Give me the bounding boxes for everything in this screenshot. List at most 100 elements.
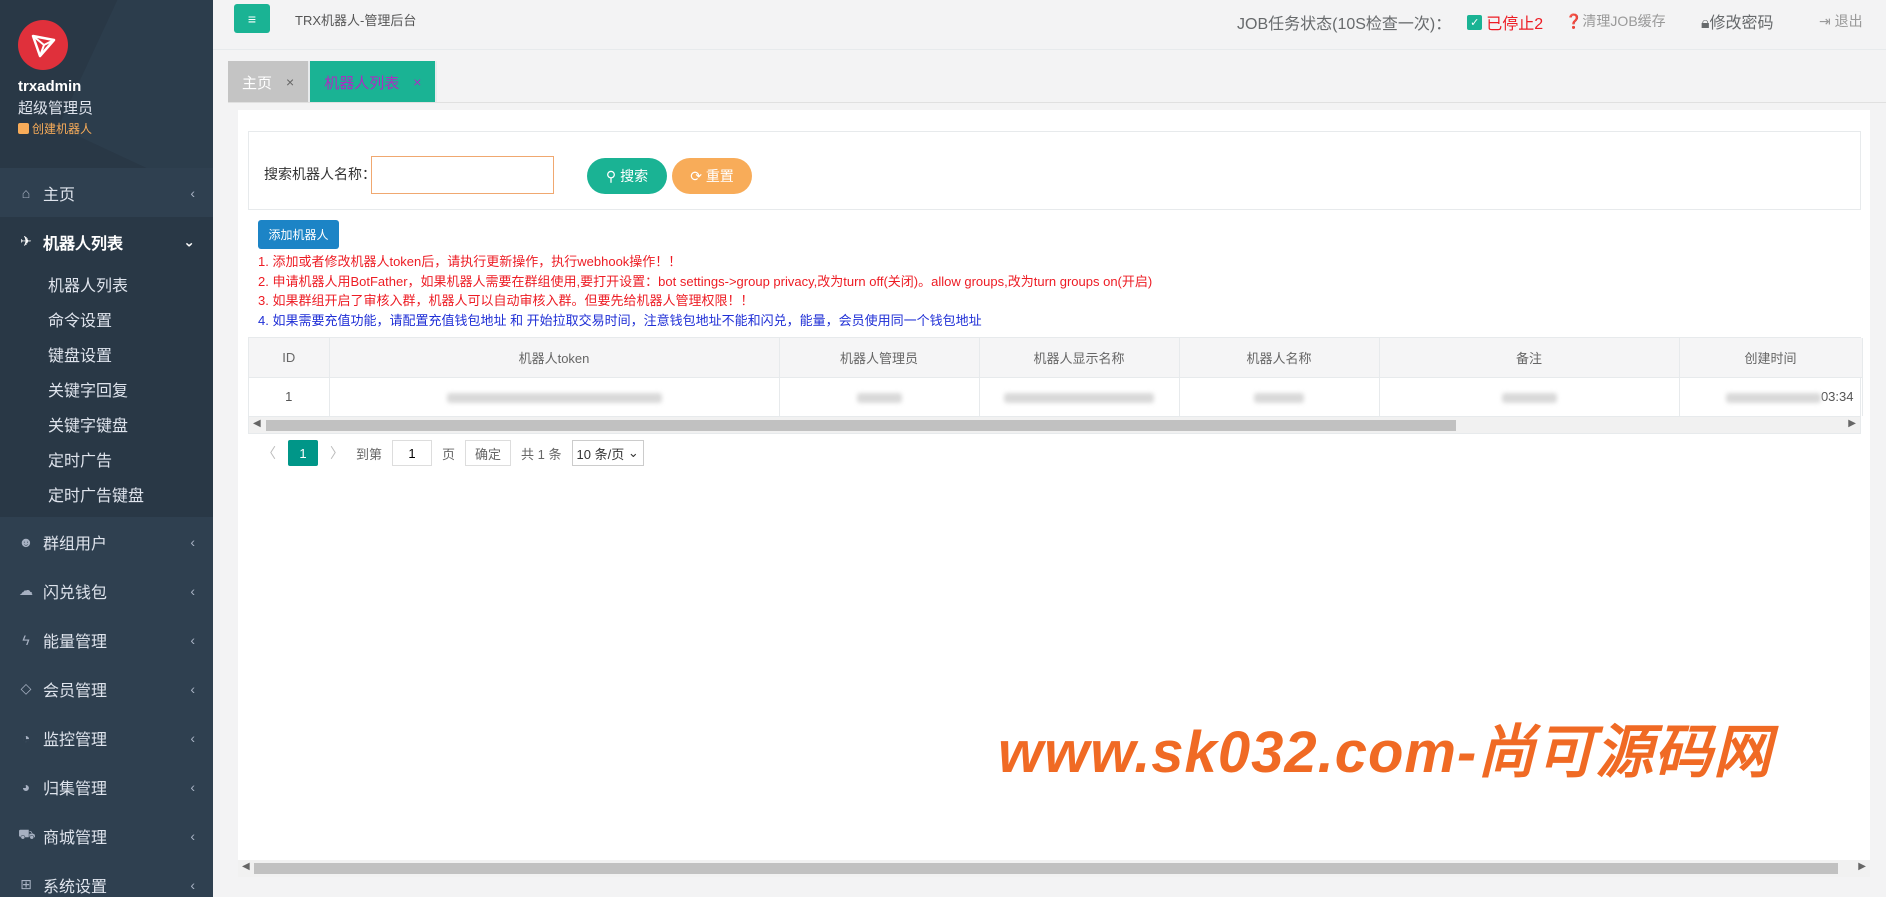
chevron-down-icon: ⌄	[183, 233, 195, 249]
goto-label: 到第	[356, 446, 383, 462]
page-tabs: 主页 × 机器人列表 ×	[228, 61, 438, 103]
cart-icon: ⛟	[18, 826, 36, 842]
user-name[interactable]: trxadmin	[18, 78, 213, 95]
search-form: 搜索机器人名称： ⚲ 搜索 ⟳ 重置	[248, 131, 1861, 210]
change-password-link[interactable]: 🔒︎修改密码	[1701, 9, 1774, 33]
submenu-item[interactable]: 键盘设置	[0, 336, 213, 371]
page-size-value: 10 条/页	[576, 446, 625, 462]
scroll-left-icon[interactable]: ◀	[242, 861, 250, 872]
robot-submenu: 机器人列表 命令设置 键盘设置 关键字回复 关键字键盘 定时广告 定时广告键盘	[0, 266, 213, 517]
note-line: 2. 申请机器人用BotFather，如果机器人需要在群组使用,要打开设置：bo…	[258, 273, 1153, 289]
close-icon[interactable]: ×	[286, 74, 294, 90]
page-size-select[interactable]: 10 条/页 ⌄	[571, 440, 644, 466]
bolt-icon: ϟ	[22, 631, 30, 648]
column-header-robot-name[interactable]: 机器人名称	[1179, 338, 1380, 378]
sidebar-item-diamond[interactable]: ◇ 会员管理 ‹	[0, 664, 213, 713]
column-header-id[interactable]: ID	[249, 338, 330, 378]
submenu-item[interactable]: 定时广告键盘	[0, 476, 213, 511]
dashboard-icon: ◕	[21, 778, 31, 795]
tabs-divider	[228, 102, 1886, 103]
sidebar-item-robot-list[interactable]: ✈ 机器人列表 ⌄	[0, 217, 213, 266]
note-line: 1. 添加或者修改机器人token后，请执行更新操作，执行webhook操作！！	[258, 254, 682, 269]
submenu-item[interactable]: 关键字键盘	[0, 406, 213, 441]
chevron-left-icon: ‹	[190, 680, 195, 697]
windows-icon: ⊞	[20, 876, 32, 892]
prev-page-icon[interactable]: 〈	[262, 443, 276, 463]
robot-name-search-input[interactable]	[371, 156, 554, 194]
search-button[interactable]: ⚲ 搜索	[587, 158, 667, 194]
created-at-suffix: 03:34	[1820, 389, 1854, 405]
sidebar-item-label: 归集管理	[43, 780, 108, 798]
sidebar-item-label: 闪兑钱包	[43, 584, 108, 602]
chevron-left-icon: ‹	[190, 729, 195, 746]
column-header-remark[interactable]: 备注	[1379, 338, 1680, 378]
scroll-right-icon[interactable]: ▶	[1858, 861, 1866, 872]
scroll-left-icon[interactable]: ◀	[253, 418, 261, 429]
chevron-down-icon: ⌄	[624, 445, 639, 460]
chevron-left-icon: ‹	[190, 582, 195, 599]
submenu-item[interactable]: 机器人列表	[0, 266, 213, 301]
close-icon[interactable]: ×	[413, 74, 421, 90]
table-header-row: ID 机器人token 机器人管理员 机器人显示名称 机器人名称 备注 创建时间	[249, 338, 1863, 378]
column-header-token[interactable]: 机器人token	[329, 338, 780, 378]
sidebar-item-bolt[interactable]: ϟ 能量管理 ‹	[0, 615, 213, 664]
table-row[interactable]: 1 03:34	[249, 377, 1863, 416]
table-horizontal-scrollbar[interactable]: ◀ ▶	[249, 416, 1860, 433]
scroll-right-icon[interactable]: ▶	[1848, 418, 1856, 429]
sidebar-item-label: 商城管理	[43, 829, 108, 847]
tron-logo	[18, 20, 68, 70]
submenu-item[interactable]: 命令设置	[0, 301, 213, 336]
scrollbar-thumb[interactable]	[254, 863, 1838, 874]
job-status-value: 已停止2	[1486, 16, 1544, 33]
sidebar-item-label: 监控管理	[43, 731, 108, 749]
lock-icon: 🔒︎	[1701, 15, 1710, 32]
sidebar-item-pie-chart[interactable]: ◔ 监控管理 ‹	[0, 713, 213, 762]
page-horizontal-scrollbar[interactable]: ◀ ▶	[238, 860, 1870, 877]
sidebar-item-label: 主页	[43, 186, 76, 204]
goto-confirm-button[interactable]: 确定	[465, 440, 512, 466]
reset-button[interactable]: ⟳ 重置	[672, 158, 752, 194]
diamond-icon: ◇	[20, 680, 32, 696]
scrollbar-thumb[interactable]	[266, 420, 1456, 431]
column-header-display-name[interactable]: 机器人显示名称	[979, 338, 1180, 378]
tab-robot-list[interactable]: 机器人列表 ×	[310, 61, 438, 103]
search-button-label: 搜索	[620, 168, 649, 184]
chevron-left-icon: ‹	[190, 184, 195, 201]
create-robot-link[interactable]: 创建机器人	[18, 120, 213, 137]
cell-admin-redacted	[779, 377, 980, 416]
cell-robot-name-redacted	[1179, 377, 1380, 416]
pie-chart-icon: ◔	[21, 729, 31, 746]
page-number-current[interactable]: 1	[288, 440, 318, 466]
hamburger-icon: ≡	[247, 10, 257, 27]
submenu-item[interactable]: 关键字回复	[0, 371, 213, 406]
tab-home[interactable]: 主页 ×	[228, 61, 311, 103]
cell-token-redacted	[329, 377, 780, 416]
submenu-item[interactable]: 定时广告	[0, 441, 213, 476]
tab-label: 主页	[242, 74, 273, 92]
column-header-created-at[interactable]: 创建时间	[1679, 338, 1863, 378]
sidebar-item-cart[interactable]: ⛟ 商城管理 ‹	[0, 811, 213, 860]
pagination: 〈 1 〉 到第 页 确定 共 1 条 10 条/页 ⌄	[248, 432, 1861, 474]
goto-page-input[interactable]	[392, 440, 433, 466]
robot-table: ID 机器人token 机器人管理员 机器人显示名称 机器人名称 备注 创建时间…	[248, 337, 1863, 434]
plane-icon: ✈	[20, 233, 32, 249]
sidebar-item-cloud[interactable]: ☁ 闪兑钱包 ‹	[0, 566, 213, 615]
clear-job-cache-link[interactable]: ❓清理JOB缓存	[1565, 11, 1666, 31]
menu-toggle-button[interactable]: ≡	[234, 4, 270, 33]
chevron-left-icon: ‹	[190, 631, 195, 648]
sidebar-item-users[interactable]: ☻ 群组用户 ‹	[0, 517, 213, 566]
search-icon: ⚲	[605, 167, 621, 184]
chevron-left-icon: ‹	[190, 533, 195, 550]
column-header-admin[interactable]: 机器人管理员	[779, 338, 980, 378]
cell-id: 1	[249, 377, 330, 416]
watermark: www.sk032.com-尚可源码网	[998, 720, 1773, 785]
sidebar-item-home[interactable]: ⌂ 主页 ‹	[0, 168, 213, 217]
id-badge-icon	[18, 123, 29, 134]
sidebar-item-windows[interactable]: ⊞ 系统设置 ‹	[0, 860, 213, 897]
sidebar: trxadmin 超级管理员 创建机器人 ⌂ 主页 ‹ ✈ 机器人列表 ⌄ 机器人列…	[0, 0, 213, 897]
logout-link[interactable]: ⇥ 退出	[1819, 11, 1863, 31]
next-page-icon[interactable]: 〉	[330, 443, 344, 463]
note-line: 4. 如果需要充值功能，请配置充值钱包地址 和 开始拉取交易时间，注意钱包地址不…	[258, 312, 982, 328]
add-robot-button[interactable]: 添加机器人	[258, 220, 339, 249]
sidebar-item-dashboard[interactable]: ◕ 归集管理 ‹	[0, 762, 213, 811]
